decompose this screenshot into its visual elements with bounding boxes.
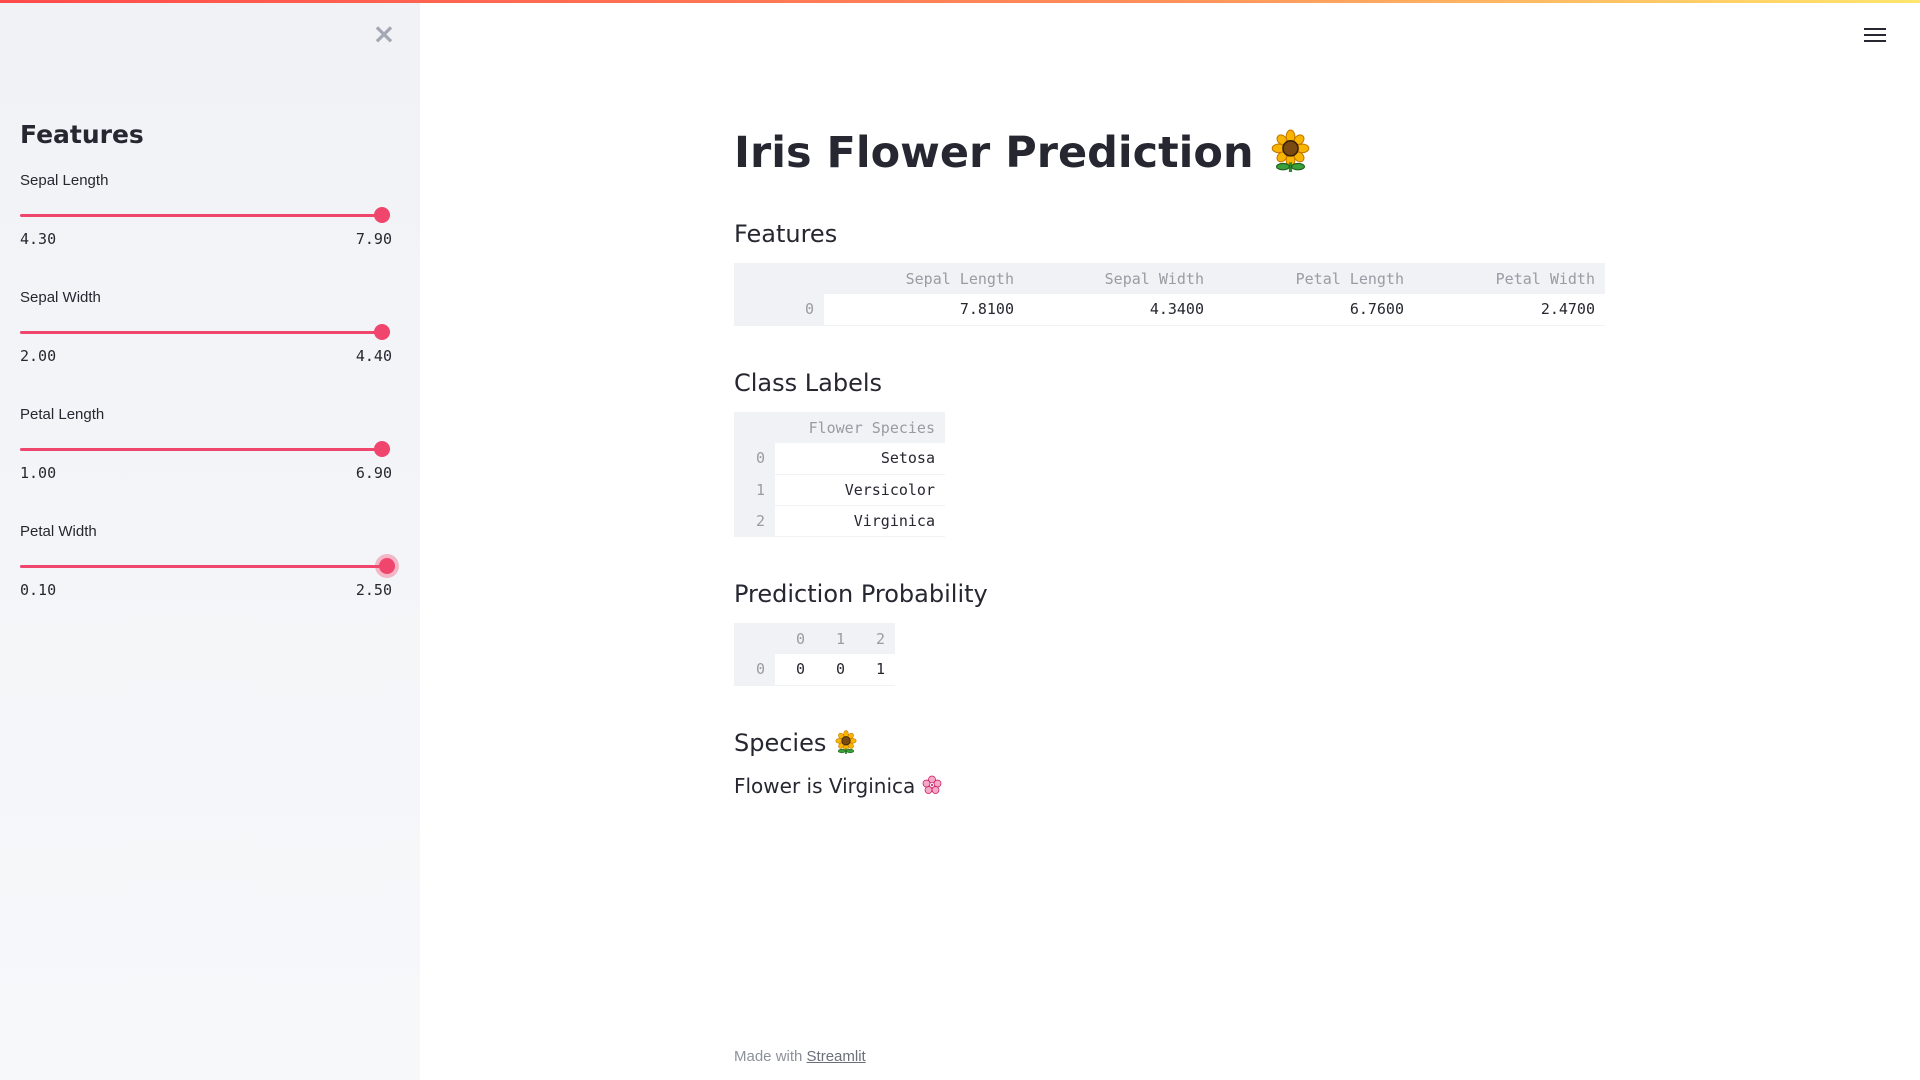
slider-sepal-length[interactable]: Sepal Length 4.30 7.90: [20, 172, 400, 272]
table-header-row: Flower Species: [734, 412, 945, 443]
species-header: Species: [734, 729, 858, 757]
column-header: 0: [775, 623, 815, 654]
row-index: 0: [734, 443, 775, 475]
index-header: [734, 412, 775, 443]
table-cell: Versicolor: [775, 474, 945, 506]
table-row: 2 Virginica: [734, 505, 945, 537]
sunflower-icon: [1269, 128, 1312, 178]
hamburger-menu-icon[interactable]: [1864, 24, 1886, 46]
species-header-text: Species: [734, 729, 827, 757]
prediction-probability-table: 0 1 2 0 0 0 1: [734, 623, 895, 686]
slider-min-value: 0.10: [20, 581, 57, 599]
row-index: 2: [734, 505, 775, 537]
table-row: 1 Versicolor: [734, 474, 945, 506]
slider-sepal-width[interactable]: Sepal Width 2.00 4.40: [20, 289, 400, 389]
slider-track[interactable]: [20, 558, 395, 574]
table-row: 0 Setosa: [734, 443, 945, 475]
column-header: 2: [855, 623, 895, 654]
slider-fill: [20, 565, 387, 568]
slider-fill: [20, 214, 382, 217]
slider-label: Sepal Length: [20, 172, 109, 189]
column-header: Petal Length: [1214, 263, 1414, 294]
table-cell: 2.4700: [1414, 294, 1605, 326]
slider-label: Petal Length: [20, 406, 105, 423]
table-cell: 7.8100: [824, 294, 1024, 326]
top-decoration-bar: [0, 0, 1920, 3]
row-index: 1: [734, 474, 775, 506]
slider-petal-length[interactable]: Petal Length 1.00 6.90: [20, 406, 400, 506]
table-cell: 1: [855, 654, 895, 686]
table-header-row: Sepal Length Sepal Width Petal Length Pe…: [734, 263, 1605, 294]
sidebar: × Features Sepal Length 4.30 7.90 Sepal …: [0, 0, 420, 1080]
sidebar-title: Features: [20, 120, 144, 149]
row-index: 0: [734, 294, 824, 326]
slider-thumb[interactable]: [373, 207, 390, 223]
slider-track[interactable]: [20, 441, 391, 457]
table-cell: 0: [775, 654, 815, 686]
slider-thumb[interactable]: [373, 324, 390, 340]
table-cell: 6.7600: [1214, 294, 1414, 326]
slider-min-value: 1.00: [20, 464, 57, 482]
slider-label: Petal Width: [20, 523, 97, 540]
table-row: 0 0 0 1: [734, 654, 895, 686]
page-title-text: Iris Flower Prediction: [734, 128, 1254, 178]
streamlit-link[interactable]: Streamlit: [807, 1048, 866, 1065]
slider-thumb[interactable]: [378, 558, 395, 574]
slider-max-value: 4.40: [355, 347, 392, 365]
column-header: Sepal Length: [824, 263, 1024, 294]
features-header: Features: [734, 220, 838, 248]
slider-max-value: 7.90: [355, 230, 392, 248]
footer-prefix: Made with: [734, 1048, 803, 1065]
slider-min-value: 4.30: [20, 230, 57, 248]
index-header: [734, 623, 775, 654]
close-icon[interactable]: ×: [372, 20, 396, 48]
table-cell: 0: [815, 654, 855, 686]
column-header: 1: [815, 623, 855, 654]
prediction-result-text: Flower is Virginica: [734, 774, 916, 798]
prediction-probability-header: Prediction Probability: [734, 580, 988, 608]
slider-label: Sepal Width: [20, 289, 101, 306]
table-header-row: 0 1 2: [734, 623, 895, 654]
sunflower-icon: [834, 729, 858, 757]
table-cell: Setosa: [775, 443, 945, 475]
slider-fill: [20, 448, 383, 451]
slider-petal-width[interactable]: Petal Width 0.10 2.50: [20, 523, 400, 623]
slider-track[interactable]: [20, 324, 391, 340]
class-labels-header: Class Labels: [734, 369, 883, 397]
table-cell: 4.3400: [1024, 294, 1214, 326]
features-table: Sepal Length Sepal Width Petal Length Pe…: [734, 263, 1605, 326]
footer: Made with Streamlit: [734, 1048, 866, 1065]
table-row: 0 7.8100 4.3400 6.7600 2.4700: [734, 294, 1605, 326]
slider-thumb[interactable]: [374, 441, 391, 457]
slider-fill: [20, 331, 382, 334]
table-cell: Virginica: [775, 505, 945, 537]
page-title: Iris Flower Prediction: [734, 128, 1312, 178]
slider-track[interactable]: [20, 207, 391, 223]
class-labels-table: Flower Species 0 Setosa 1 Versicolor 2 V…: [734, 412, 945, 537]
index-header: [734, 263, 824, 294]
column-header: Flower Species: [775, 412, 945, 443]
slider-max-value: 6.90: [355, 464, 392, 482]
slider-max-value: 2.50: [355, 581, 392, 599]
row-index: 0: [734, 654, 775, 686]
column-header: Petal Width: [1414, 263, 1605, 294]
column-header: Sepal Width: [1024, 263, 1214, 294]
prediction-result: Flower is Virginica: [734, 774, 942, 798]
cherry-blossom-icon: [922, 774, 942, 798]
slider-min-value: 2.00: [20, 347, 57, 365]
